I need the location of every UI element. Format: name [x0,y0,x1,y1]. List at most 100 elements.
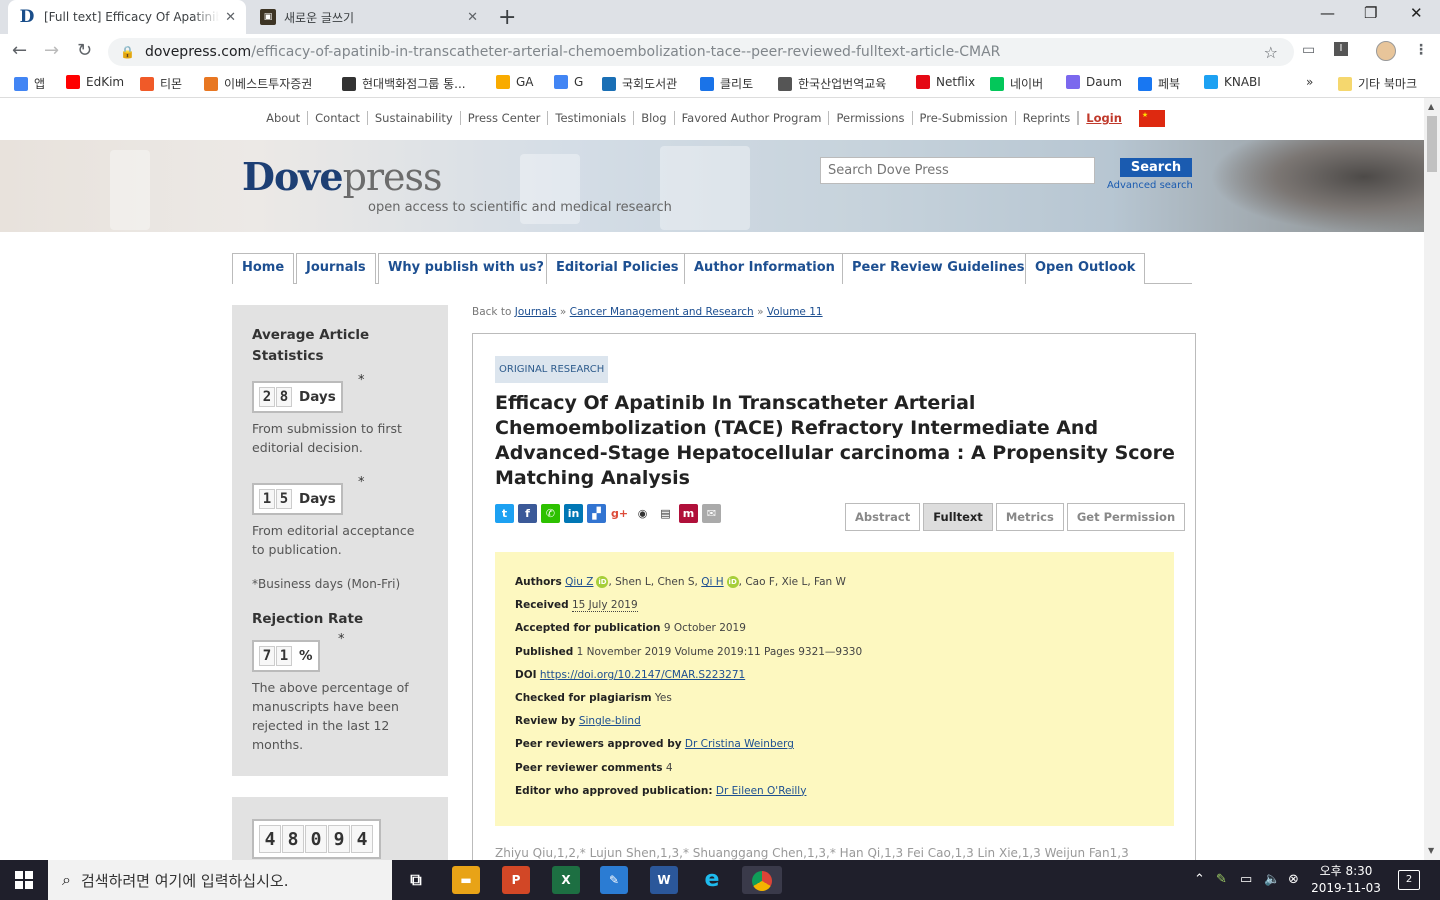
orcid-icon[interactable]: iD [596,576,609,588]
powerpoint-icon[interactable]: P [502,866,530,894]
network-icon[interactable]: ▭ [1240,872,1252,887]
taskbar-clock[interactable]: 오후 8:30 2019-11-03 [1310,863,1382,897]
editor-link[interactable]: Dr Eileen O'Reilly [716,785,807,797]
browser-tab-inactive[interactable]: ▣ 새로운 글쓰기 ✕ [250,0,488,34]
wechat-icon[interactable]: ✆ [541,504,560,523]
page-scrollbar[interactable]: ▲ ▼ [1424,98,1440,860]
reload-icon[interactable]: ↻ [77,40,92,61]
author-link[interactable]: Qi H [701,576,723,588]
bookmark-item[interactable]: 한국산업번역교육 [778,75,886,92]
linkedin-icon[interactable]: in [564,504,583,523]
mendeley-icon[interactable]: m [679,504,698,523]
mainnav-item[interactable]: Why publish with us? [378,253,554,284]
site-search-input[interactable] [820,157,1095,184]
topnav-link[interactable]: Blog [634,111,675,125]
breadcrumb-journal-link[interactable]: Cancer Management and Research [570,306,754,318]
tab-abstract[interactable]: Abstract [845,503,921,531]
tab-get-permission[interactable]: Get Permission [1066,503,1186,531]
topnav-link[interactable]: Pre-Submission [912,111,1016,125]
excel-icon[interactable]: X [552,866,580,894]
mainnav-item[interactable]: Editorial Policies [546,253,689,284]
file-explorer-icon[interactable]: ▬ [452,866,480,894]
topnav-link[interactable]: About [259,111,309,125]
mainnav-item[interactable]: Open Outlook [1025,253,1146,284]
profile-avatar[interactable] [1376,41,1396,61]
reader-icon[interactable]: ▤ [656,504,675,523]
pen-icon[interactable]: ✎ [1216,872,1227,887]
mainnav-item[interactable]: Home [232,253,295,284]
address-bar[interactable]: 🔒 dovepress.com/efficacy-of-apatinib-in-… [108,38,1294,66]
orcid-icon[interactable]: iD [726,576,739,588]
facebook-icon[interactable]: f [518,504,537,523]
new-tab-button[interactable]: + [498,5,516,30]
reviewer-link[interactable]: Dr Cristina Weinberg [685,738,794,750]
cast-icon[interactable]: ▭ [1302,42,1315,58]
back-arrow-icon[interactable]: ← [12,40,27,61]
bookmark-item[interactable]: 이베스트투자증권 [204,75,312,92]
tab-fulltext[interactable]: Fulltext [923,503,993,531]
tab-metrics[interactable]: Metrics [995,503,1064,531]
internet-explorer-icon[interactable]: e [698,866,726,894]
topnav-link[interactable]: Testimonials [548,111,635,125]
forward-arrow-icon[interactable]: → [44,40,59,61]
topnav-link[interactable]: Contact [308,111,368,125]
bookmark-item[interactable]: GA [496,75,534,89]
breadcrumb-journals-link[interactable]: Journals [515,306,557,318]
advanced-search-link[interactable]: Advanced search [1107,180,1193,191]
notification-center-icon[interactable]: 2 [1398,870,1420,890]
bookmarks-overflow-icon[interactable]: » [1306,75,1313,89]
google-plus-icon[interactable]: g+ [610,504,629,523]
close-window-icon[interactable]: ✕ [1410,4,1423,22]
chrome-icon[interactable] [742,866,782,894]
search-button[interactable]: Search [1120,158,1192,177]
bookmark-item[interactable]: 앱 [14,75,45,92]
delicious-icon[interactable]: ▞ [587,504,606,523]
review-type-link[interactable]: Single-blind [579,715,641,727]
breadcrumb-volume-link[interactable]: Volume 11 [767,306,823,318]
email-icon[interactable]: ✉ [702,504,721,523]
mainnav-item[interactable]: Journals [296,253,376,284]
ime-status-icon[interactable]: ⊗ [1288,872,1299,887]
close-tab-icon[interactable]: ✕ [225,10,236,25]
taskbar-search[interactable]: ⌕ 검색하려면 여기에 입력하십시오. [48,860,392,900]
bookmark-item[interactable]: Daum [1066,75,1122,89]
reddit-icon[interactable]: ◉ [633,504,652,523]
bookmark-item[interactable]: 페북 [1138,75,1180,92]
bookmark-item[interactable]: 티몬 [140,75,182,92]
bookmark-item[interactable]: 클리토 [700,75,753,92]
mainnav-item[interactable]: Author Information [684,253,845,284]
menu-kebab-icon[interactable]: ⋮ [1414,42,1428,58]
tray-expand-icon[interactable]: ⌃ [1194,872,1205,887]
task-view-icon[interactable]: ⧉ [402,866,430,894]
other-bookmarks-folder[interactable]: 기타 북마크 [1338,75,1417,92]
bookmark-item[interactable]: 네이버 [990,75,1043,92]
start-button[interactable] [0,860,48,900]
topnav-link[interactable]: Permissions [829,111,913,125]
topnav-link[interactable]: Reprints [1015,111,1079,125]
bookmark-item[interactable]: Netflix [916,75,975,89]
topnav-link[interactable]: Favored Author Program [674,111,830,125]
dovepress-logo[interactable]: Dovepress [242,154,443,199]
topnav-link[interactable]: Press Center [460,111,549,125]
volume-icon[interactable]: 🔈 [1264,872,1280,887]
china-flag-icon[interactable] [1138,110,1165,127]
scroll-up-icon[interactable]: ▲ [1428,102,1434,111]
close-tab-icon[interactable]: ✕ [467,10,478,25]
bookmark-item[interactable]: EdKim [66,75,124,89]
bookmark-item[interactable]: 현대백화점그룹 통... [342,75,466,92]
doi-link[interactable]: https://doi.org/10.2147/CMAR.S223271 [540,669,745,681]
scrollbar-thumb[interactable] [1427,116,1437,172]
bookmark-star-icon[interactable]: ☆ [1264,43,1278,62]
bookmark-item[interactable]: 국회도서관 [602,75,677,92]
login-link[interactable]: Login [1078,111,1129,125]
bookmark-item[interactable]: KNABI [1204,75,1261,89]
author-link[interactable]: Qiu Z [565,576,593,588]
notepad-app-icon[interactable]: ✎ [600,866,628,894]
scroll-down-icon[interactable]: ▼ [1428,846,1434,855]
twitter-icon[interactable]: t [495,504,514,523]
extension-icon[interactable]: I [1334,42,1348,56]
bookmark-item[interactable]: G [554,75,583,89]
word-icon[interactable]: W [650,866,678,894]
maximize-icon[interactable]: ❐ [1364,4,1377,22]
topnav-link[interactable]: Sustainability [367,111,461,125]
